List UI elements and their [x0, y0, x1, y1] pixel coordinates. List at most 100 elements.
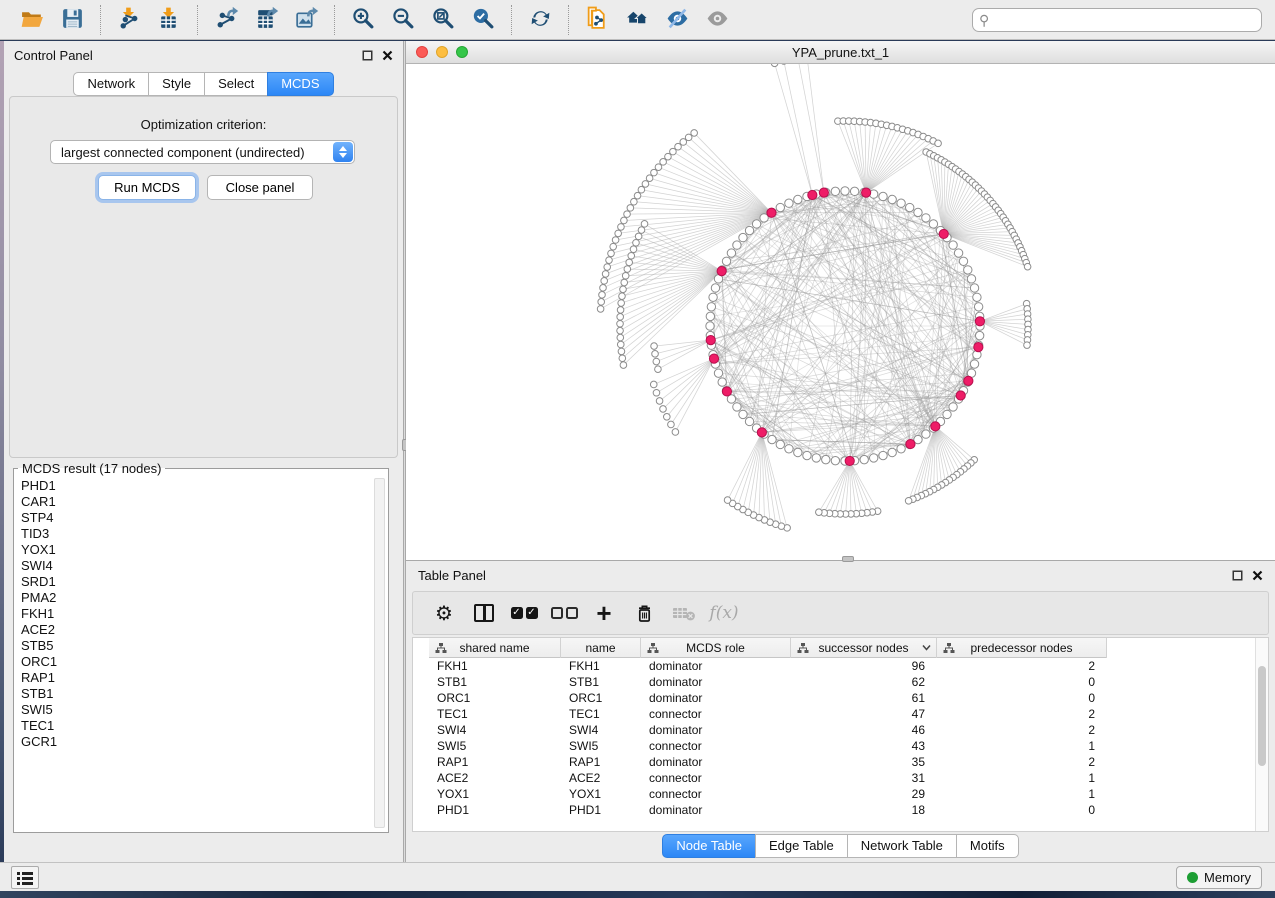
home-network-icon	[625, 6, 650, 34]
columns-button[interactable]	[467, 597, 501, 629]
import-table-button[interactable]	[149, 3, 189, 37]
run-mcds-button[interactable]: Run MCDS	[98, 175, 196, 200]
zoom-out-button[interactable]	[383, 3, 423, 37]
table-row[interactable]: SWI4SWI4dominator462	[413, 722, 1268, 738]
network-window-titlebar: YPA_prune.txt_1	[406, 41, 1275, 64]
result-node-item[interactable]: STP4	[21, 510, 388, 526]
search-box[interactable]: ⚲	[972, 8, 1262, 32]
cell: RAP1	[429, 754, 561, 770]
tab-motifs[interactable]: Motifs	[956, 834, 1019, 858]
result-node-item[interactable]: STB5	[21, 638, 388, 654]
export-image-button[interactable]	[286, 3, 326, 37]
tab-network-table[interactable]: Network Table	[847, 834, 957, 858]
close-panel-button[interactable]: Close panel	[207, 175, 313, 200]
select-all-button[interactable]: ✓✓	[507, 597, 541, 629]
tab-select[interactable]: Select	[204, 72, 268, 96]
column-header-MCDS-role[interactable]: MCDS role	[641, 638, 791, 658]
result-node-item[interactable]: RAP1	[21, 670, 388, 686]
cell: connector	[641, 786, 791, 802]
criterion-dropdown[interactable]: largest connected component (undirected)	[50, 140, 355, 164]
table-row[interactable]: PHD1PHD1dominator180	[413, 802, 1268, 818]
float-panel-icon[interactable]	[362, 50, 373, 61]
cell: dominator	[641, 754, 791, 770]
hide-selected-button[interactable]	[657, 3, 697, 37]
table-body: FKH1FKH1dominator962STB1STB1dominator620…	[413, 658, 1268, 831]
show-selected-button[interactable]	[697, 3, 737, 37]
memory-button[interactable]: Memory	[1176, 866, 1262, 889]
table-row[interactable]: RAP1RAP1dominator352	[413, 754, 1268, 770]
result-node-item[interactable]: CAR1	[21, 494, 388, 510]
open-folder-button[interactable]	[12, 3, 52, 37]
toolbar-separator	[100, 5, 101, 35]
column-header-successor-nodes[interactable]: successor nodes	[791, 638, 937, 658]
refresh-button[interactable]	[520, 3, 560, 37]
tab-node-table[interactable]: Node Table	[662, 834, 756, 858]
table-row[interactable]: STB1STB1dominator620	[413, 674, 1268, 690]
column-header-name[interactable]: name	[561, 638, 641, 658]
import-network-button[interactable]	[109, 3, 149, 37]
control-panel: Control Panel NetworkStyleSelectMCDS Opt…	[4, 41, 403, 862]
zoom-out-icon	[391, 6, 416, 34]
home-network-button[interactable]	[617, 3, 657, 37]
tab-network[interactable]: Network	[73, 72, 149, 96]
result-node-item[interactable]: TEC1	[21, 718, 388, 734]
table-row[interactable]: ACE2ACE2connector311	[413, 770, 1268, 786]
table-toolbar: ⚙ ✓✓ + f(x)	[412, 591, 1269, 635]
delete-button[interactable]	[627, 597, 661, 629]
result-list-scrollbar[interactable]	[374, 478, 385, 828]
cell: dominator	[641, 674, 791, 690]
table-row[interactable]: YOX1YOX1connector291	[413, 786, 1268, 802]
tab-edge-table[interactable]: Edge Table	[755, 834, 848, 858]
table-row[interactable]: TEC1TEC1connector472	[413, 706, 1268, 722]
result-node-item[interactable]: SWI4	[21, 558, 388, 574]
deselect-all-button[interactable]	[547, 597, 581, 629]
zoom-in-button[interactable]	[343, 3, 383, 37]
network-canvas[interactable]	[406, 64, 1275, 560]
table-row[interactable]: ORC1ORC1dominator610	[413, 690, 1268, 706]
float-table-panel-icon[interactable]	[1232, 570, 1243, 581]
result-node-item[interactable]: SWI5	[21, 702, 388, 718]
result-node-item[interactable]: TID3	[21, 526, 388, 542]
tab-style[interactable]: Style	[148, 72, 205, 96]
cell: ACE2	[429, 770, 561, 786]
gear-button[interactable]: ⚙	[427, 597, 461, 629]
share-document-button[interactable]	[577, 3, 617, 37]
result-node-item[interactable]: PMA2	[21, 590, 388, 606]
tab-mcds[interactable]: MCDS	[267, 72, 333, 96]
cell: FKH1	[561, 658, 641, 674]
column-header-predecessor-nodes[interactable]: predecessor nodes	[937, 638, 1107, 658]
save-icon	[60, 6, 85, 34]
zoom-fit-button[interactable]	[423, 3, 463, 37]
task-history-button[interactable]	[11, 866, 39, 889]
search-input[interactable]	[993, 11, 1261, 29]
export-table-button[interactable]	[246, 3, 286, 37]
close-table-panel-icon[interactable]	[1252, 570, 1263, 581]
function-button: f(x)	[707, 597, 741, 629]
result-node-item[interactable]: GCR1	[21, 734, 388, 750]
cell: dominator	[641, 722, 791, 738]
horizontal-splitter-handle[interactable]	[842, 556, 854, 562]
result-node-item[interactable]: ORC1	[21, 654, 388, 670]
save-button[interactable]	[52, 3, 92, 37]
export-network-button[interactable]	[206, 3, 246, 37]
cell: 1	[937, 770, 1107, 786]
column-header-shared-name[interactable]: shared name	[429, 638, 561, 658]
toolbar-separator	[197, 5, 198, 35]
cell: 0	[937, 690, 1107, 706]
mcds-result-list: PHD1CAR1STP4TID3YOX1SWI4SRD1PMA2FKH1ACE2…	[14, 476, 388, 832]
result-node-item[interactable]: STB1	[21, 686, 388, 702]
result-node-item[interactable]: SRD1	[21, 574, 388, 590]
result-node-item[interactable]: FKH1	[21, 606, 388, 622]
result-node-item[interactable]: ACE2	[21, 622, 388, 638]
cell: 18	[791, 802, 937, 818]
result-node-item[interactable]: PHD1	[21, 478, 388, 494]
zoom-selected-button[interactable]	[463, 3, 503, 37]
table-row[interactable]: SWI5SWI5connector431	[413, 738, 1268, 754]
close-panel-icon[interactable]	[382, 50, 393, 61]
table-scrollbar[interactable]	[1255, 638, 1268, 831]
table-row[interactable]: FKH1FKH1dominator962	[413, 658, 1268, 674]
cell: ACE2	[561, 770, 641, 786]
result-node-item[interactable]: YOX1	[21, 542, 388, 558]
add-button[interactable]: +	[587, 597, 621, 629]
table-scrollbar-thumb[interactable]	[1258, 666, 1266, 766]
